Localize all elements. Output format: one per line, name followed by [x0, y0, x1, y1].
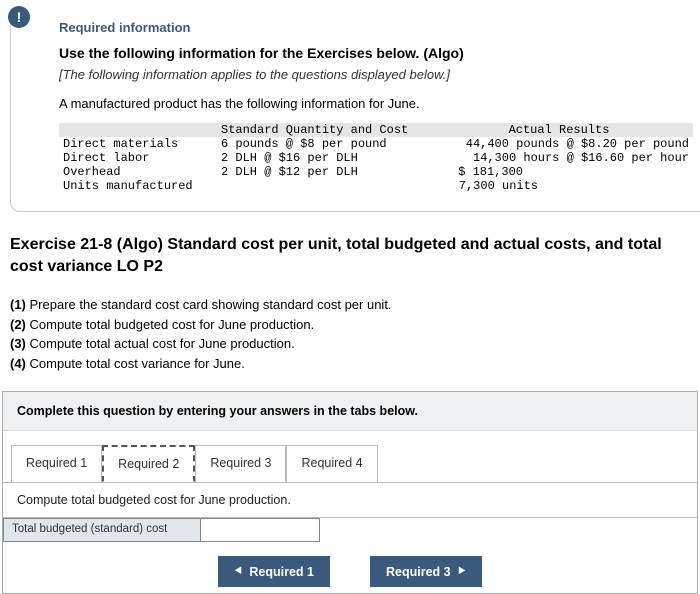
- task-text: Compute total budgeted cost for June pro…: [26, 317, 314, 332]
- task-num: (4): [10, 356, 26, 371]
- row-label: Units manufactured: [59, 179, 217, 193]
- row-std: 2 DLH @ $12 per DLH: [217, 165, 425, 179]
- task-num: (2): [10, 317, 26, 332]
- row-std: 2 DLH @ $16 per DLH: [217, 151, 425, 165]
- next-label: Required 3: [386, 565, 451, 579]
- task-num: (3): [10, 336, 26, 351]
- use-following: Use the following information for the Ex…: [59, 45, 700, 61]
- answer-box: Complete this question by entering your …: [2, 391, 698, 594]
- prev-button[interactable]: ⯇ Required 1: [218, 556, 330, 587]
- nav-row: ⯇ Required 1 Required 3 ⯈: [3, 542, 697, 593]
- exercise-title: Exercise 21-8 (Algo) Standard cost per u…: [10, 234, 690, 277]
- next-button[interactable]: Required 3 ⯈: [370, 556, 482, 587]
- standard-actual-table: Standard Quantity and Cost Actual Result…: [59, 123, 693, 193]
- row-act: 44,400 pounds @ $8.20 per pound: [425, 137, 693, 151]
- entry-label: Total budgeted (standard) cost: [3, 518, 201, 542]
- entry-area: Total budgeted (standard) cost: [3, 517, 697, 542]
- row-label: Direct materials: [59, 137, 217, 151]
- applies-note: [The following information applies to th…: [59, 67, 700, 82]
- tab-required-4[interactable]: Required 4: [286, 445, 377, 482]
- row-std: [217, 179, 425, 193]
- intro-text: A manufactured product has the following…: [59, 96, 700, 111]
- info-box: Required information Use the following i…: [10, 20, 700, 212]
- task-num: (1): [10, 297, 26, 312]
- required-heading: Required information: [59, 20, 700, 35]
- tab-required-2[interactable]: Required 2: [102, 445, 195, 482]
- prev-label: Required 1: [249, 565, 314, 579]
- chevron-right-icon: ⯈: [457, 564, 467, 579]
- total-budgeted-input[interactable]: [201, 518, 320, 542]
- row-act: $ 181,300: [425, 165, 693, 179]
- col-actual: Actual Results: [425, 123, 693, 137]
- alert-icon: !: [8, 6, 30, 28]
- sub-instruction: Compute total budgeted cost for June pro…: [3, 482, 697, 517]
- answer-instruction: Complete this question by entering your …: [3, 392, 697, 431]
- tab-row: Required 1 Required 2 Required 3 Require…: [3, 431, 697, 482]
- task-text: Prepare the standard cost card showing s…: [26, 297, 392, 312]
- row-label: Direct labor: [59, 151, 217, 165]
- task-text: Compute total cost variance for June.: [26, 356, 245, 371]
- row-act: 14,300 hours @ $16.60 per hour: [425, 151, 693, 165]
- tab-required-1[interactable]: Required 1: [11, 445, 102, 482]
- row-label: Overhead: [59, 165, 217, 179]
- col-standard: Standard Quantity and Cost: [217, 123, 425, 137]
- task-text: Compute total actual cost for June produ…: [26, 336, 295, 351]
- task-list: (1) Prepare the standard cost card showi…: [10, 295, 690, 373]
- tab-required-3[interactable]: Required 3: [195, 445, 286, 482]
- row-std: 6 pounds @ $8 per pound: [217, 137, 425, 151]
- row-act: 7,300 units: [425, 179, 693, 193]
- chevron-left-icon: ⯇: [234, 564, 244, 579]
